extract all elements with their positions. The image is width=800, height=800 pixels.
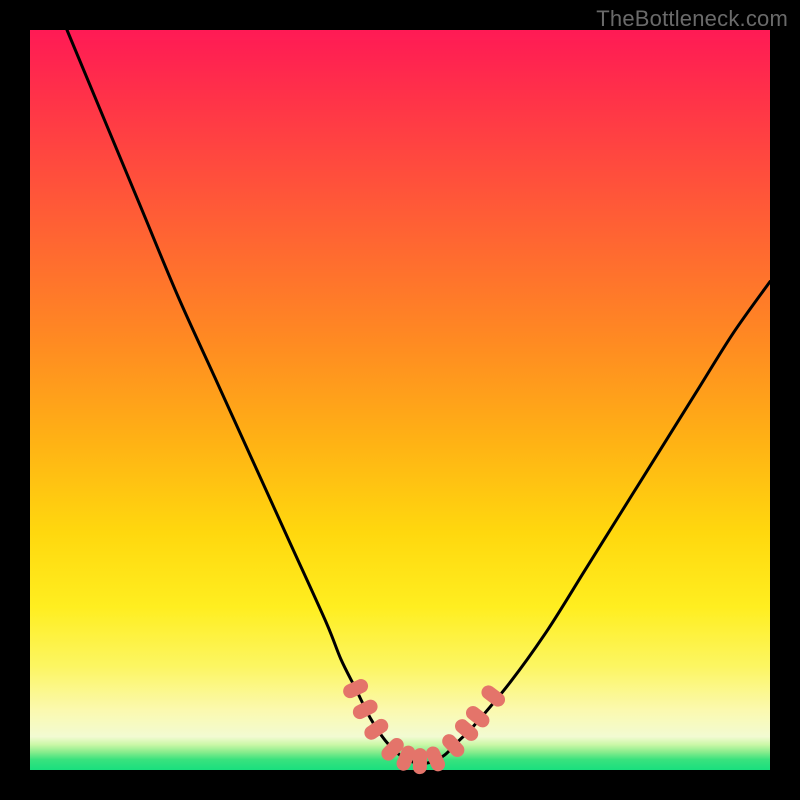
chart-frame: TheBottleneck.com — [0, 0, 800, 800]
curve-path — [67, 30, 770, 763]
curve-marker — [350, 697, 380, 721]
curve-marker — [362, 716, 391, 742]
curve-line — [67, 30, 770, 763]
chart-svg — [30, 30, 770, 770]
curve-marker — [413, 748, 428, 774]
plot-area — [30, 30, 770, 770]
curve-marker — [424, 744, 448, 773]
curve-marker — [341, 677, 370, 701]
watermark-text: TheBottleneck.com — [596, 6, 788, 32]
curve-markers — [341, 677, 508, 775]
